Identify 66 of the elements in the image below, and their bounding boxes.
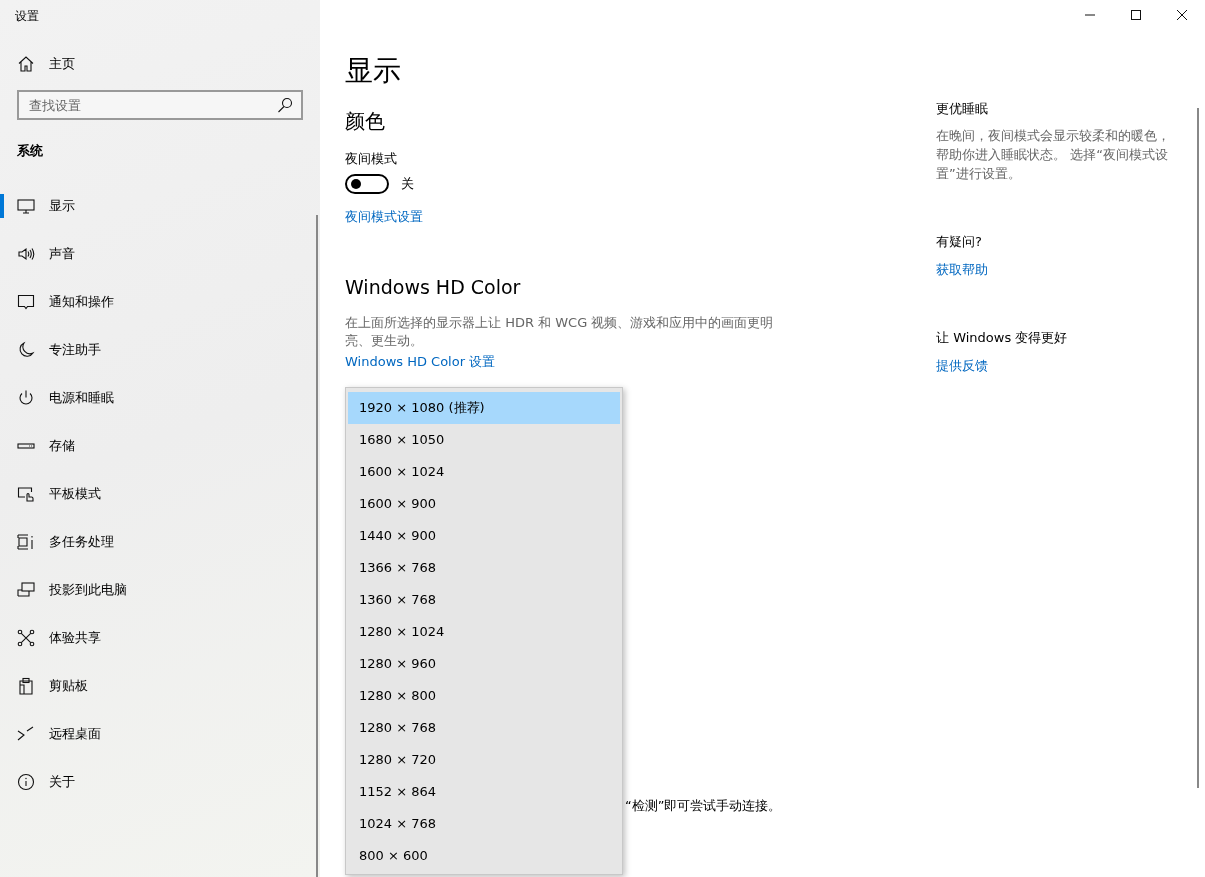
info-icon <box>17 773 35 791</box>
section-heading: 更优睡眠 <box>936 100 989 118</box>
dropdown-option[interactable]: 1280 × 960 <box>348 648 620 680</box>
section-heading: 颜色 <box>345 108 386 135</box>
dropdown-option[interactable]: 1280 × 768 <box>348 712 620 744</box>
search-icon <box>277 97 293 113</box>
toggle-state: 关 <box>401 175 414 193</box>
dropdown-option[interactable]: 1440 × 900 <box>348 520 620 552</box>
speech-bubble-icon <box>17 293 35 311</box>
sidebar-item[interactable]: 关于 <box>0 758 316 806</box>
settings-link[interactable]: Windows HD Color 设置 <box>345 353 496 371</box>
dropdown-option[interactable]: 800 × 600 <box>348 840 620 872</box>
setting-label: 夜间模式 <box>345 150 398 168</box>
sidebar-item[interactable]: 声音 <box>0 230 316 278</box>
clipboard-icon <box>17 677 35 695</box>
maximize-icon <box>1131 10 1141 20</box>
multitask-icon <box>17 533 35 551</box>
sidebar-item[interactable]: 通知和操作 <box>0 278 316 326</box>
help-link[interactable]: 获取帮助 <box>936 261 988 279</box>
description-text: 在上面所选择的显示器上让 HDR 和 WCG 视频、游戏和应用中的画面更明亮、更生动。 <box>345 314 775 350</box>
dropdown-option[interactable]: 1280 × 720 <box>348 744 620 776</box>
description-text: 在晚间，夜间模式会显示较柔和的暖色，帮助你进入睡眠状态。 选择“夜间模式设置”进行设置。 <box>936 127 1171 183</box>
power-icon <box>17 389 35 407</box>
dropdown-option[interactable]: 1680 × 1050 <box>348 424 620 456</box>
home-icon <box>17 55 35 73</box>
projector-icon <box>17 581 35 599</box>
section-heading: 系统 <box>16 142 44 160</box>
share-nodes-icon <box>17 629 35 647</box>
search-field[interactable]: 查找设置 <box>17 90 303 120</box>
toggle-switch[interactable] <box>345 174 389 194</box>
sidebar-item[interactable]: 专注助手 <box>0 326 316 374</box>
sidebar-item[interactable]: 显示 <box>0 182 316 230</box>
sidebar-item[interactable]: 远程桌面 <box>0 710 316 758</box>
sidebar-item[interactable]: 剪贴板 <box>0 662 316 710</box>
description-text: “检测”即可尝试手动连接。 <box>625 797 782 815</box>
sidebar-item[interactable]: 平板模式 <box>0 470 316 518</box>
dropdown-option[interactable]: 1600 × 1024 <box>348 456 620 488</box>
home-link[interactable]: 主页 <box>0 48 316 80</box>
scrollbar[interactable] <box>316 215 318 877</box>
tablet-icon <box>17 485 35 503</box>
section-heading: 有疑问? <box>936 233 983 251</box>
scrollbar[interactable] <box>1197 108 1199 788</box>
section-heading: 让 Windows 变得更好 <box>936 329 1069 347</box>
monitor-icon <box>17 197 35 215</box>
dropdown-option[interactable]: 1600 × 900 <box>348 488 620 520</box>
help-link[interactable]: 提供反馈 <box>936 357 988 375</box>
dropdown-option[interactable]: 1024 × 768 <box>348 808 620 840</box>
page-title: 显示 <box>345 53 402 89</box>
dropdown-option[interactable]: 1280 × 1024 <box>348 616 620 648</box>
remote-desktop-icon <box>17 725 35 743</box>
dropdown-option[interactable]: 1280 × 800 <box>348 680 620 712</box>
dropdown-option[interactable]: 1920 × 1080 (推荐) <box>348 392 620 424</box>
window-title: 设置 <box>14 8 40 25</box>
sidebar-item[interactable]: 投影到此电脑 <box>0 566 316 614</box>
sidebar-item[interactable]: 电源和睡眠 <box>0 374 316 422</box>
sidebar-item[interactable]: 存储 <box>0 422 316 470</box>
sidebar-item[interactable]: 体验共享 <box>0 614 316 662</box>
section-heading: Windows HD Color <box>345 276 522 300</box>
speaker-icon <box>17 245 35 263</box>
dropdown-option[interactable]: 1360 × 768 <box>348 584 620 616</box>
moon-icon <box>17 341 35 359</box>
settings-link[interactable]: 夜间模式设置 <box>345 208 423 226</box>
dropdown-option[interactable]: 1366 × 768 <box>348 552 620 584</box>
dropdown-option[interactable]: 1152 × 864 <box>348 776 620 808</box>
sidebar-item[interactable]: 多任务处理 <box>0 518 316 566</box>
close-icon <box>1177 10 1187 20</box>
